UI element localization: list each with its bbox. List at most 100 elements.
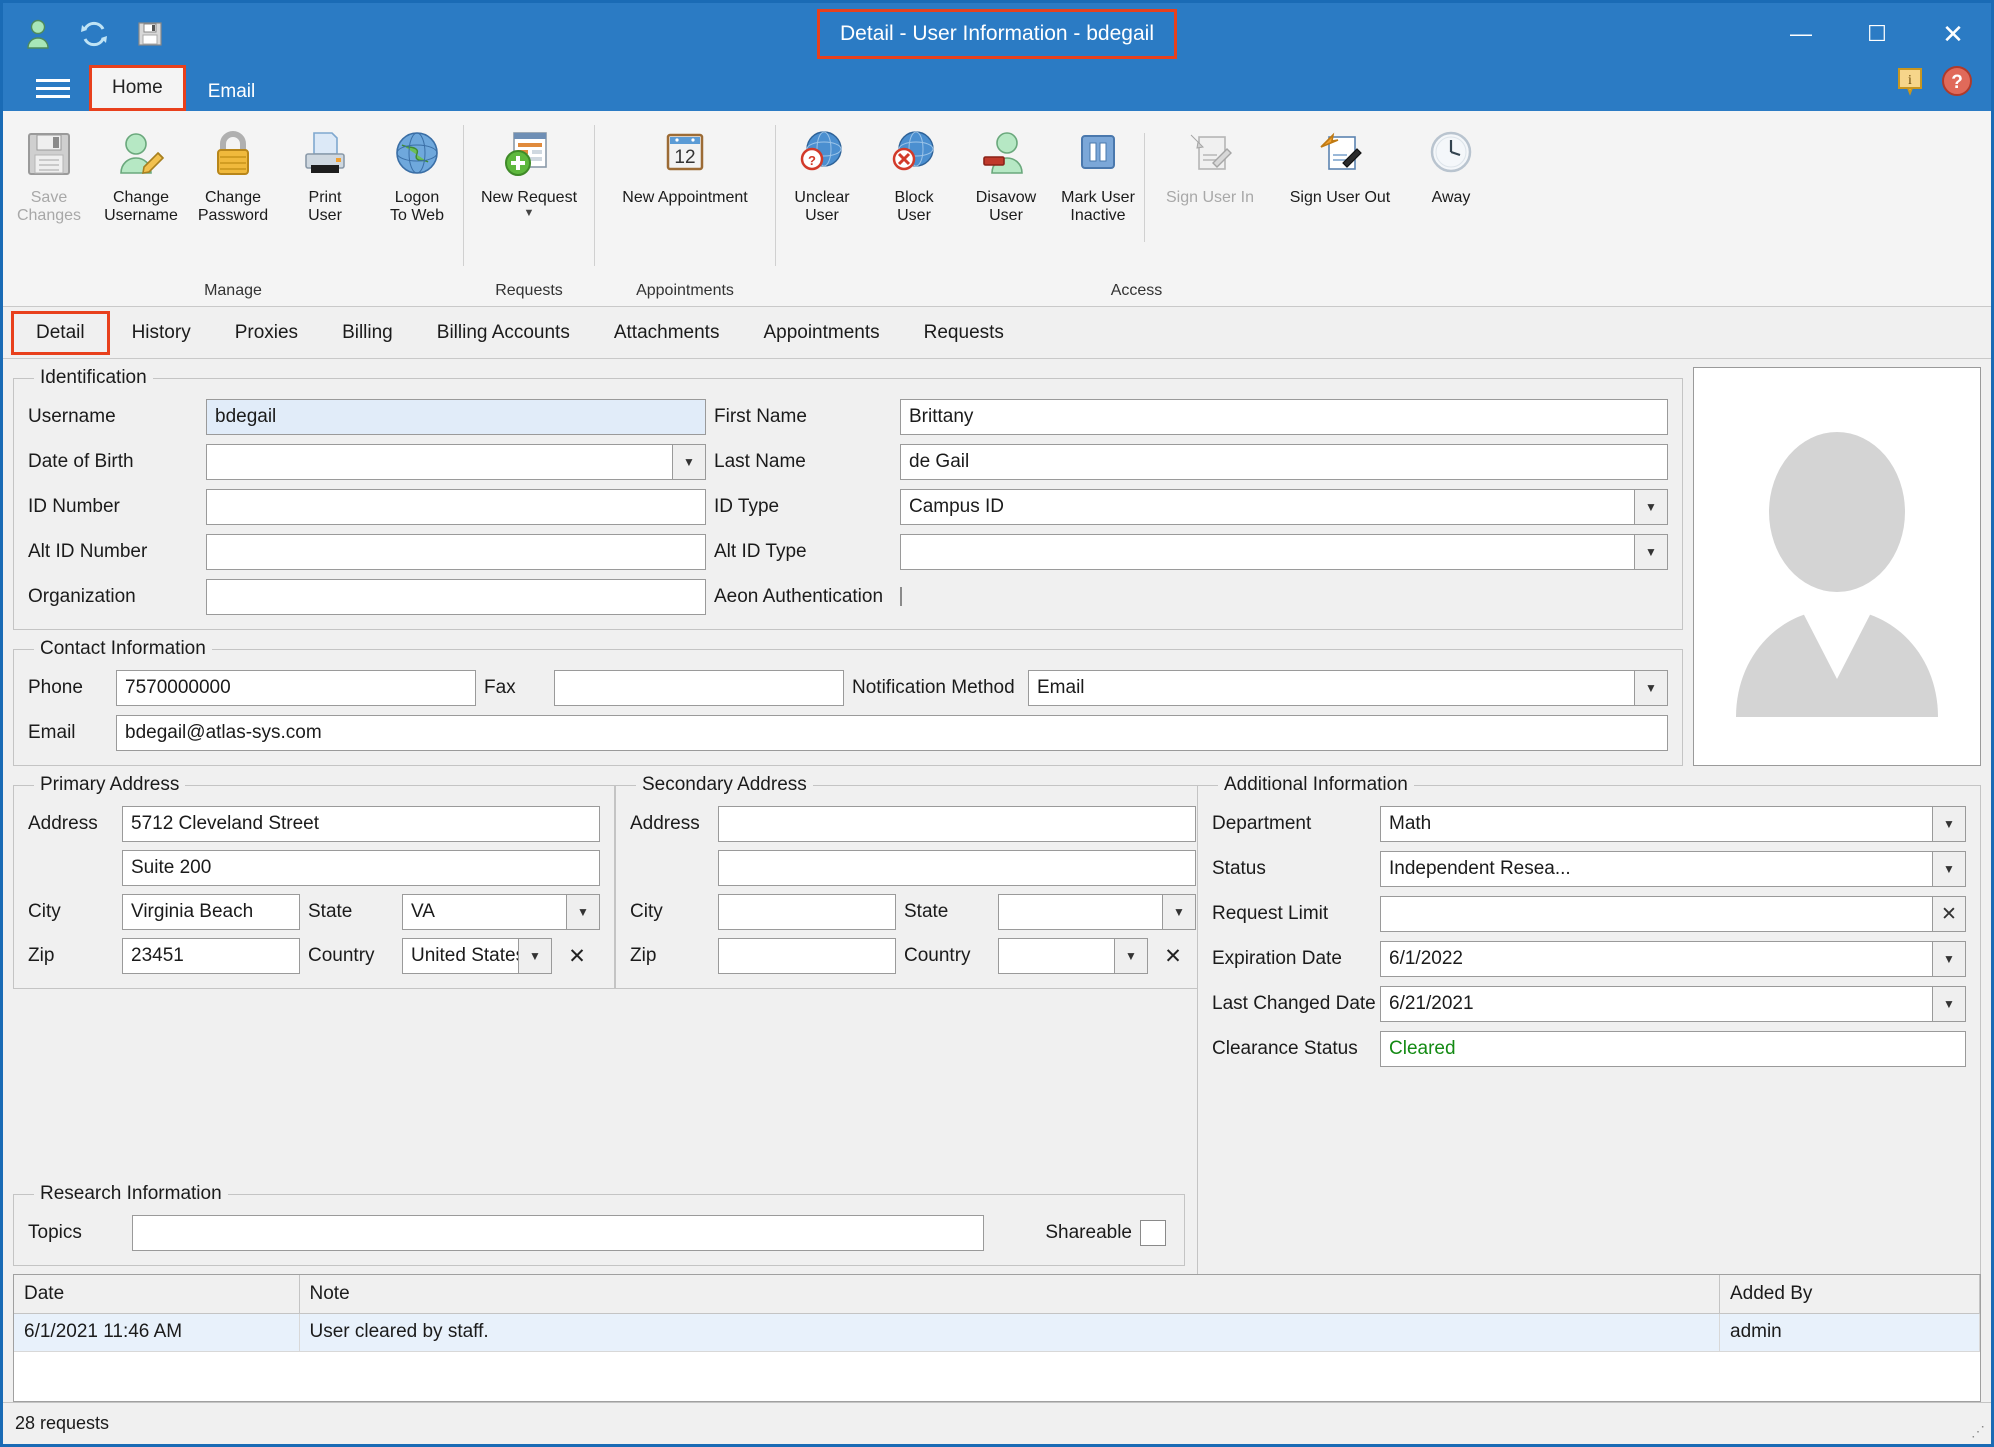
close-button[interactable]: ✕ — [1915, 3, 1991, 65]
id-type-combo[interactable]: Campus ID ▼ — [900, 489, 1668, 525]
topics-input[interactable] — [132, 1215, 984, 1251]
primary-country-combo[interactable]: United States ▼ — [402, 938, 552, 974]
mark-user-inactive-button[interactable]: Mark UserInactive — [1052, 119, 1144, 230]
secondary-country-combo[interactable]: ▼ — [998, 938, 1148, 974]
info-icon[interactable]: i — [1895, 66, 1925, 101]
secondary-address-line1-input[interactable] — [718, 806, 1196, 842]
unclear-user-button[interactable]: ? UnclearUser — [776, 119, 868, 230]
user-icon[interactable] — [21, 17, 55, 51]
expiration-date-value[interactable]: 6/1/2022 — [1380, 941, 1932, 977]
tab-detail[interactable]: Detail — [11, 311, 110, 355]
chevron-down-icon[interactable]: ▼ — [1932, 851, 1966, 887]
id-type-value[interactable]: Campus ID — [900, 489, 1634, 525]
tab-requests[interactable]: Requests — [902, 311, 1026, 355]
alt-id-number-input[interactable] — [206, 534, 706, 570]
username-input[interactable]: bdegail — [206, 399, 706, 435]
block-user-button[interactable]: BlockUser — [868, 119, 960, 230]
secondary-zip-input[interactable] — [718, 938, 896, 974]
secondary-city-input[interactable] — [718, 894, 896, 930]
primary-state-combo[interactable]: VA ▼ — [402, 894, 600, 930]
chevron-down-icon[interactable]: ▼ — [1932, 986, 1966, 1022]
logon-to-web-button[interactable]: LogonTo Web — [371, 119, 463, 230]
primary-zip-input[interactable]: 23451 — [122, 938, 300, 974]
tab-history[interactable]: History — [110, 311, 213, 355]
organization-input[interactable] — [206, 579, 706, 615]
shareable-checkbox[interactable] — [1140, 1220, 1166, 1246]
last-name-input[interactable]: de Gail — [900, 444, 1668, 480]
ribbon-tab-email[interactable]: Email — [186, 73, 278, 111]
table-row[interactable]: 6/1/2021 11:46 AM User cleared by staff.… — [14, 1313, 1980, 1351]
chevron-down-icon[interactable]: ▼ — [524, 208, 535, 219]
request-limit-input[interactable] — [1380, 896, 1932, 932]
department-combo[interactable]: Math ▼ — [1380, 806, 1966, 842]
first-name-input[interactable]: Brittany — [900, 399, 1668, 435]
aeon-authentication-checkbox[interactable] — [900, 587, 902, 606]
disavow-user-button[interactable]: DisavowUser — [960, 119, 1052, 230]
department-value[interactable]: Math — [1380, 806, 1932, 842]
chevron-down-icon[interactable]: ▼ — [1634, 489, 1668, 525]
save-icon[interactable] — [133, 17, 167, 51]
primary-address-line1-input[interactable]: 5712 Cleveland Street — [122, 806, 600, 842]
hamburger-icon[interactable] — [17, 65, 89, 111]
tab-proxies[interactable]: Proxies — [213, 311, 320, 355]
maximize-button[interactable]: ☐ — [1839, 3, 1915, 65]
request-limit-combo[interactable]: ✕ — [1380, 896, 1966, 932]
status-value[interactable]: Independent Resea... — [1380, 851, 1932, 887]
minimize-button[interactable]: — — [1763, 3, 1839, 65]
notes-table-container[interactable]: Date Note Added By 6/1/2021 11:46 AM Use… — [13, 1274, 1981, 1402]
secondary-country-value[interactable] — [998, 938, 1114, 974]
chevron-down-icon[interactable]: ▼ — [1162, 894, 1196, 930]
primary-country-value[interactable]: United States — [402, 938, 518, 974]
date-of-birth-input[interactable] — [206, 444, 672, 480]
away-button[interactable]: Away — [1405, 119, 1497, 211]
chevron-down-icon[interactable]: ▼ — [1634, 670, 1668, 706]
status-combo[interactable]: Independent Resea... ▼ — [1380, 851, 1966, 887]
save-changes-button[interactable]: SaveChanges — [3, 119, 95, 230]
last-changed-date-value[interactable]: 6/21/2021 — [1380, 986, 1932, 1022]
alt-id-type-value[interactable] — [900, 534, 1634, 570]
ribbon-tab-home[interactable]: Home — [89, 65, 186, 111]
notification-method-combo[interactable]: Email ▼ — [1028, 670, 1668, 706]
id-number-input[interactable] — [206, 489, 706, 525]
chevron-down-icon[interactable]: ▼ — [1932, 806, 1966, 842]
clear-secondary-country-icon[interactable]: ✕ — [1156, 938, 1190, 974]
secondary-state-value[interactable] — [998, 894, 1162, 930]
chevron-down-icon[interactable]: ▼ — [566, 894, 600, 930]
primary-city-input[interactable]: Virginia Beach — [122, 894, 300, 930]
chevron-down-icon[interactable]: ▼ — [1634, 534, 1668, 570]
tab-billing-accounts[interactable]: Billing Accounts — [415, 311, 592, 355]
help-icon[interactable]: ? — [1941, 65, 1973, 102]
secondary-state-combo[interactable]: ▼ — [998, 894, 1196, 930]
column-header-date[interactable]: Date — [14, 1275, 299, 1313]
column-header-note[interactable]: Note — [299, 1275, 1720, 1313]
notification-method-value[interactable]: Email — [1028, 670, 1634, 706]
chevron-down-icon[interactable]: ▼ — [1932, 941, 1966, 977]
fax-input[interactable] — [554, 670, 844, 706]
new-appointment-button[interactable]: 12 New Appointment — [595, 119, 775, 211]
chevron-down-icon[interactable]: ▼ — [672, 444, 706, 480]
secondary-address-line2-input[interactable] — [718, 850, 1196, 886]
column-header-added-by[interactable]: Added By — [1720, 1275, 1980, 1313]
chevron-down-icon[interactable]: ▼ — [518, 938, 552, 974]
expiration-date-combo[interactable]: 6/1/2022 ▼ — [1380, 941, 1966, 977]
primary-state-value[interactable]: VA — [402, 894, 566, 930]
last-changed-date-combo[interactable]: 6/21/2021 ▼ — [1380, 986, 1966, 1022]
email-input[interactable]: bdegail@atlas-sys.com — [116, 715, 1668, 751]
tab-billing[interactable]: Billing — [320, 311, 415, 355]
refresh-icon[interactable] — [77, 17, 111, 51]
alt-id-type-combo[interactable]: ▼ — [900, 534, 1668, 570]
resize-grip-icon[interactable]: ⋰ — [1971, 1423, 1985, 1440]
date-of-birth-combo[interactable]: ▼ — [206, 444, 706, 480]
sign-user-in-button[interactable]: Sign User In — [1145, 119, 1275, 211]
tab-attachments[interactable]: Attachments — [592, 311, 742, 355]
print-user-button[interactable]: PrintUser — [279, 119, 371, 230]
clear-request-limit-icon[interactable]: ✕ — [1932, 896, 1966, 932]
clear-primary-country-icon[interactable]: ✕ — [560, 938, 594, 974]
sign-user-out-button[interactable]: Sign User Out — [1275, 119, 1405, 211]
new-request-button[interactable]: New Request ▼ — [464, 119, 594, 223]
tab-appointments[interactable]: Appointments — [741, 311, 901, 355]
change-password-button[interactable]: ChangePassword — [187, 119, 279, 230]
chevron-down-icon[interactable]: ▼ — [1114, 938, 1148, 974]
primary-address-line2-input[interactable]: Suite 200 — [122, 850, 600, 886]
change-username-button[interactable]: ChangeUsername — [95, 119, 187, 230]
